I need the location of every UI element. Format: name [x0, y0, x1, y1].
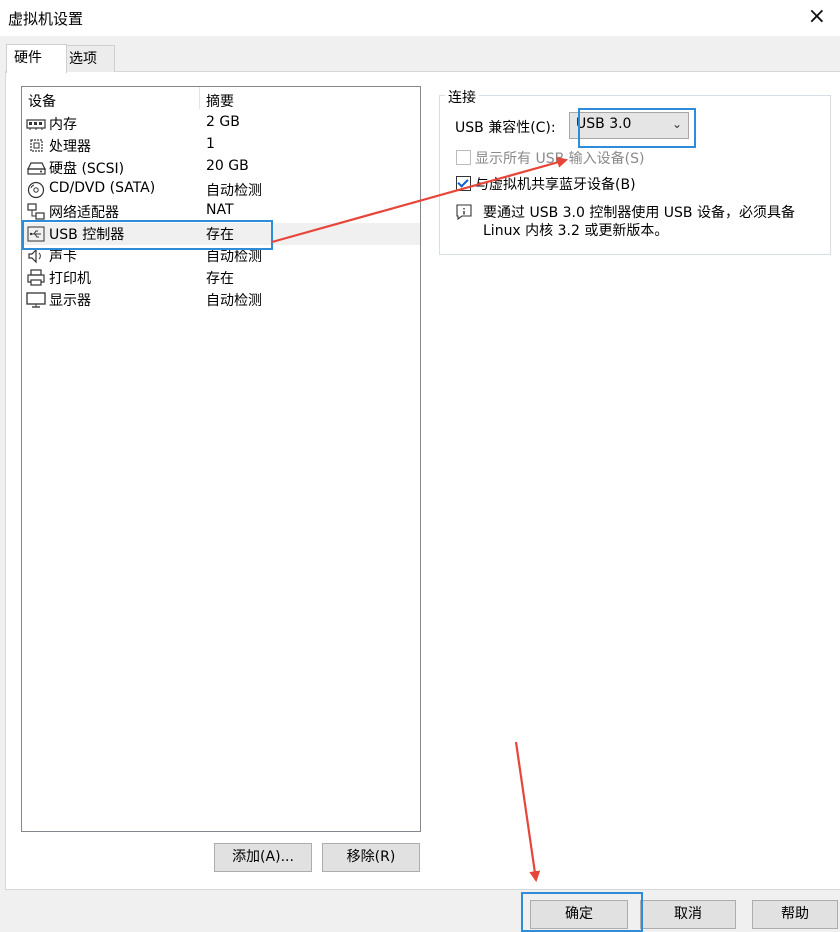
device-name: 处理器: [49, 139, 91, 155]
device-name: 硬盘 (SCSI): [49, 161, 125, 177]
usb-compatibility-label: USB 兼容性(C):: [455, 120, 556, 136]
device-name: 显示器: [49, 293, 91, 309]
device-summary: 1: [206, 136, 215, 152]
usb-icon: [27, 226, 45, 242]
device-row-hard-disk[interactable]: 硬盘 (SCSI) 20 GB: [22, 157, 420, 179]
remove-device-button[interactable]: 移除(R): [322, 843, 420, 872]
tab-options[interactable]: 选项: [61, 45, 115, 72]
device-summary: 2 GB: [206, 114, 240, 130]
device-row-processor[interactable]: 处理器 1: [22, 135, 420, 157]
close-icon[interactable]: ×: [808, 4, 826, 29]
device-summary: 自动检测: [206, 293, 262, 309]
cd-dvd-icon: [27, 181, 45, 199]
share-bluetooth-label: 与虚拟机共享蓝牙设备(B): [475, 177, 636, 193]
device-name: 内存: [49, 117, 77, 133]
device-summary: 存在: [206, 227, 234, 243]
usb-compatibility-select[interactable]: USB 3.0 ⌄: [569, 112, 689, 139]
share-bluetooth-checkbox[interactable]: [456, 176, 471, 191]
info-text-line2: Linux 内核 3.2 或更新版本。: [483, 223, 669, 239]
display-icon: [26, 292, 46, 308]
tab-hardware[interactable]: 硬件: [6, 44, 67, 73]
device-name: 打印机: [49, 271, 91, 287]
hard-disk-icon: [27, 162, 46, 175]
column-header-device[interactable]: 设备: [28, 91, 56, 111]
device-name: 网络适配器: [49, 205, 119, 221]
show-all-usb-checkbox[interactable]: [456, 150, 471, 165]
device-name: CD/DVD (SATA): [49, 180, 156, 196]
connection-group-title: 连接: [445, 87, 479, 107]
usb-compatibility-value: USB 3.0: [576, 116, 632, 132]
title-bar: 虚拟机设置 ×: [0, 0, 840, 36]
processor-icon: [30, 139, 43, 152]
window-title: 虚拟机设置: [8, 10, 84, 28]
device-list[interactable]: 设备 摘要 内存 2 GB 处理器 1 硬盘 (SCSI) 20 GB CD/D…: [21, 86, 421, 832]
column-separator: [199, 87, 200, 109]
device-row-cd-dvd[interactable]: CD/DVD (SATA) 自动检测: [22, 179, 420, 201]
help-button[interactable]: 帮助: [752, 900, 838, 929]
device-name: 声卡: [49, 249, 77, 265]
device-summary: 自动检测: [206, 249, 262, 265]
device-row-printer[interactable]: 打印机 存在: [22, 267, 420, 289]
device-summary: 存在: [206, 271, 234, 287]
device-row-memory[interactable]: 内存 2 GB: [22, 113, 420, 135]
network-adapter-icon: [27, 203, 45, 220]
memory-icon: [26, 119, 46, 130]
device-name: USB 控制器: [49, 227, 125, 243]
info-text-line1: 要通过 USB 3.0 控制器使用 USB 设备，必须具备: [483, 205, 795, 221]
column-header-summary[interactable]: 摘要: [206, 91, 234, 111]
device-summary: 20 GB: [206, 158, 249, 174]
sound-card-icon: [28, 248, 41, 264]
printer-icon: [27, 269, 45, 286]
device-summary: 自动检测: [206, 183, 262, 199]
cancel-button[interactable]: 取消: [640, 900, 736, 929]
device-row-display[interactable]: 显示器 自动检测: [22, 289, 420, 311]
show-all-usb-label: 显示所有 USB 输入设备(S): [475, 151, 645, 167]
device-row-usb-controller[interactable]: USB 控制器 存在: [22, 223, 420, 245]
device-summary: NAT: [206, 202, 234, 218]
chevron-down-icon: ⌄: [671, 117, 682, 131]
device-row-sound-card[interactable]: 声卡 自动检测: [22, 245, 420, 267]
info-icon: [456, 204, 472, 221]
add-device-button[interactable]: 添加(A)...: [214, 843, 312, 872]
device-row-network-adapter[interactable]: 网络适配器 NAT: [22, 201, 420, 223]
ok-button[interactable]: 确定: [530, 900, 628, 929]
